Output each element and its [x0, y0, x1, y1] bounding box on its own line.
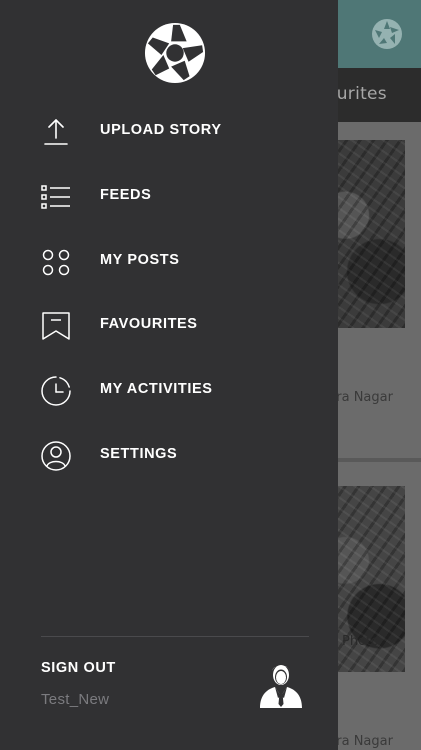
- menu-label: UPLOAD STORY: [100, 122, 222, 138]
- user-circle-icon: [40, 440, 72, 472]
- menu-label: FAVOURITES: [100, 316, 198, 332]
- photo-label: Photo: [342, 634, 380, 649]
- menu-item-my-posts[interactable]: MY POSTS: [0, 234, 338, 290]
- four-circles-icon: [40, 246, 72, 278]
- menu-item-favourites[interactable]: FAVOURITES: [0, 298, 338, 354]
- username-label: Test_New: [41, 691, 110, 708]
- list-icon: [40, 181, 72, 213]
- clock-icon: [40, 375, 72, 407]
- upload-icon: [40, 116, 72, 148]
- menu-label: MY ACTIVITIES: [100, 381, 213, 397]
- aperture-logo-icon: [144, 22, 206, 84]
- aperture-icon[interactable]: [371, 18, 403, 50]
- menu-item-upload-story[interactable]: UPLOAD STORY: [0, 104, 338, 160]
- sign-out-button[interactable]: SIGN OUT: [41, 660, 116, 676]
- bookmark-icon: [40, 310, 72, 342]
- drawer-divider: [41, 636, 309, 637]
- menu-label: MY POSTS: [100, 252, 180, 268]
- menu-label: SETTINGS: [100, 446, 178, 462]
- menu-item-settings[interactable]: SETTINGS: [0, 428, 338, 484]
- navigation-drawer: UPLOAD STORY FEEDS MY POSTS FAVOURITES M…: [0, 0, 338, 750]
- businessman-avatar-icon[interactable]: [258, 660, 304, 708]
- menu-item-my-activities[interactable]: MY ACTIVITIES: [0, 363, 338, 419]
- menu-label: FEEDS: [100, 187, 152, 203]
- menu-item-feeds[interactable]: FEEDS: [0, 169, 338, 225]
